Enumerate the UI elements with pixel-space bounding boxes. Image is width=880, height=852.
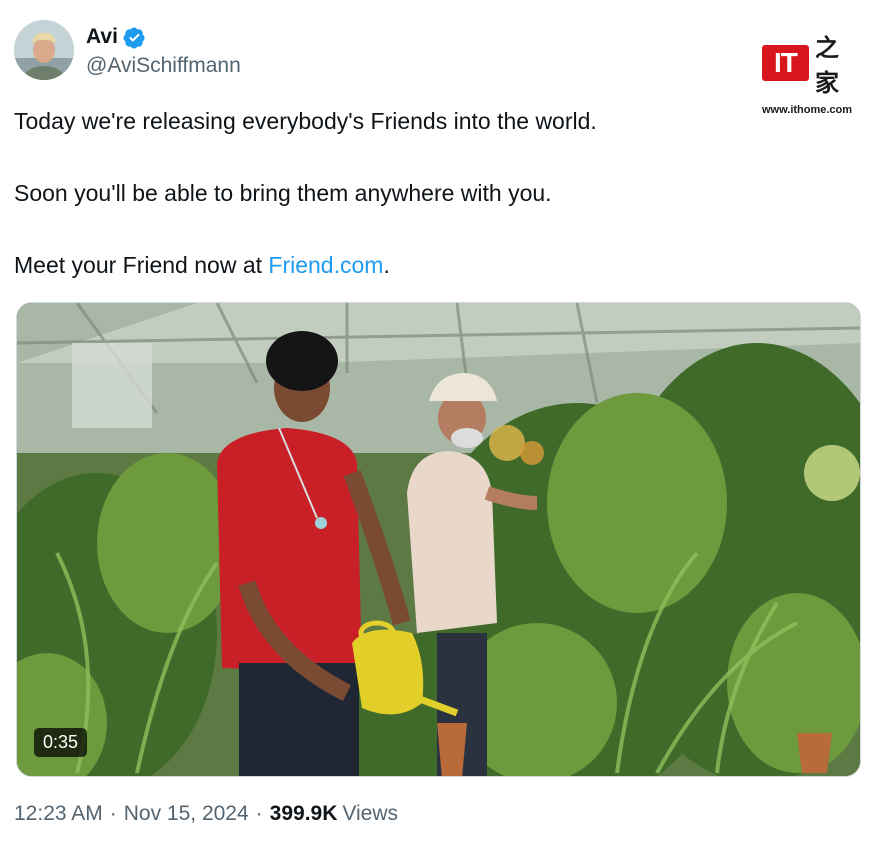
tweet-text: Today we're releasing everybody's Friend…: [14, 103, 854, 319]
ithome-watermark: IT 之家 www.ithome.com: [762, 28, 858, 116]
tweet-line-3: Meet your Friend now at Friend.com.: [14, 247, 854, 283]
tweet-time[interactable]: 12:23 AM: [14, 802, 103, 826]
tweet-metadata: 12:23 AM · Nov 15, 2024 · 399.9K Views: [14, 802, 398, 826]
friend-link[interactable]: Friend.com: [268, 252, 383, 278]
tweet-header: Avi @AviSchiffmann: [14, 20, 241, 80]
tweet-line-3-prefix: Meet your Friend now at: [14, 252, 269, 278]
video-player[interactable]: 0:35: [16, 302, 861, 777]
video-thumbnail: [17, 303, 860, 776]
author-display-name[interactable]: Avi: [86, 25, 118, 49]
avatar[interactable]: [14, 20, 74, 80]
author-handle[interactable]: @AviSchiffmann: [86, 54, 241, 78]
verified-badge-icon: [123, 26, 145, 49]
tweet-line-3-suffix: .: [383, 252, 390, 278]
tweet-line-2: Soon you'll be able to bring them anywhe…: [14, 180, 552, 206]
tweet-date[interactable]: Nov 15, 2024: [124, 802, 249, 826]
watermark-logo-chars: 之家: [814, 35, 839, 97]
meta-separator: ·: [109, 802, 117, 825]
meta-separator: ·: [255, 802, 263, 825]
tweet-line-1: Today we're releasing everybody's Friend…: [14, 108, 597, 134]
watermark-logo: IT: [762, 45, 809, 81]
video-duration-badge: 0:35: [34, 728, 88, 757]
views-count[interactable]: 399.9K: [270, 802, 338, 826]
views-label[interactable]: Views: [342, 802, 398, 826]
avatar-image: [14, 20, 74, 80]
